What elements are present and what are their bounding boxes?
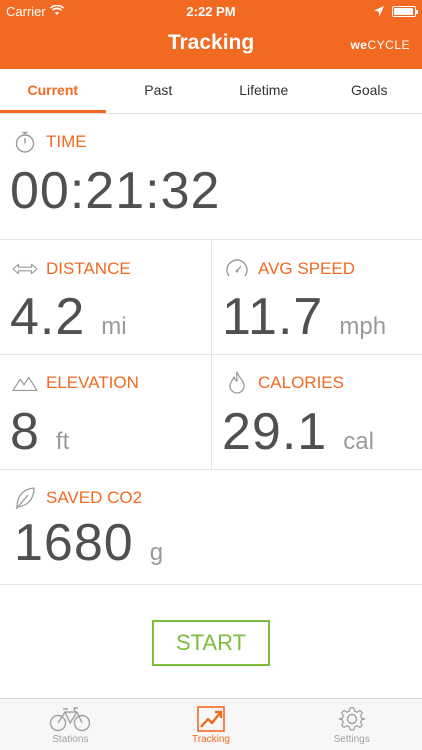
avg-speed-card: AVG SPEED 11.7 mph <box>212 241 422 355</box>
battery-fill <box>394 8 413 15</box>
battery-icon <box>392 6 418 17</box>
brand-we: we <box>350 38 368 52</box>
tabbar-label-stations: Stations <box>52 734 89 745</box>
bottom-tab-bar: Stations Tracking Settings <box>0 698 422 750</box>
time-value-row: 00:21:32 <box>10 161 220 221</box>
tabbar-item-stations[interactable]: Stations <box>0 699 141 750</box>
saved-co2-label: SAVED CO2 <box>46 488 143 507</box>
distance-value-row: 4.2 mi <box>10 287 127 347</box>
tabbar-label-tracking: Tracking <box>192 734 230 745</box>
time-label: TIME <box>46 132 87 151</box>
brand-cycle: CYCLE <box>367 38 410 52</box>
location-arrow-icon <box>374 4 384 19</box>
elevation-value: 8 <box>10 403 40 461</box>
tracking-tabs: Current Past Lifetime Goals <box>0 69 422 114</box>
calories-value: 29.1 <box>222 403 328 461</box>
avg-speed-value-row: 11.7 mph <box>222 287 386 347</box>
saved-co2-card: SAVED CO2 1680 g <box>0 471 422 585</box>
elevation-label: ELEVATION <box>46 373 139 392</box>
elevation-label-row: ELEVATION <box>12 372 139 394</box>
distance-unit: mi <box>101 313 127 340</box>
elevation-value-row: 8 ft <box>10 402 69 462</box>
tabbar-item-tracking[interactable]: Tracking <box>141 699 282 750</box>
gear-icon <box>338 704 366 734</box>
mountain-icon <box>12 372 38 394</box>
grid-divider <box>211 241 212 470</box>
saved-co2-label-row: SAVED CO2 <box>12 487 143 510</box>
flame-icon <box>224 371 250 394</box>
calories-label-row: CALORIES <box>224 371 344 394</box>
saved-co2-value: 1680 <box>14 514 134 572</box>
tab-past[interactable]: Past <box>106 69 212 113</box>
calories-value-row: 29.1 cal <box>222 402 374 462</box>
tab-current[interactable]: Current <box>0 69 106 113</box>
status-time: 2:22 PM <box>186 4 236 19</box>
elevation-unit: ft <box>55 428 70 455</box>
distance-label: DISTANCE <box>46 259 131 278</box>
status-bar: Carrier 2:22 PM <box>0 0 422 22</box>
tabbar-item-settings[interactable]: Settings <box>281 699 422 750</box>
chart-trend-icon <box>197 704 225 734</box>
distance-arrows-icon <box>12 258 38 280</box>
calories-card: CALORIES 29.1 cal <box>212 356 422 470</box>
distance-label-row: DISTANCE <box>12 258 131 280</box>
avg-speed-value: 11.7 <box>222 288 324 346</box>
time-value: 00:21:32 <box>10 162 221 220</box>
stopwatch-icon <box>12 131 38 153</box>
time-label-row: TIME <box>12 131 87 153</box>
avg-speed-label: AVG SPEED <box>258 259 355 278</box>
distance-card: DISTANCE 4.2 mi <box>0 241 211 355</box>
tabbar-label-settings: Settings <box>333 734 370 745</box>
time-card: TIME 00:21:32 <box>0 115 422 240</box>
start-button[interactable]: START <box>152 620 270 666</box>
leaf-icon <box>12 487 38 510</box>
avg-speed-label-row: AVG SPEED <box>224 258 355 280</box>
status-right <box>374 4 418 19</box>
brand-logo: weCYCLE <box>350 38 410 52</box>
speedometer-icon <box>224 258 250 280</box>
saved-co2-unit: g <box>149 539 164 566</box>
tab-goals[interactable]: Goals <box>317 69 422 113</box>
header-bar: Carrier 2:22 PM Tracking weCYCLE <box>0 0 422 69</box>
bicycle-icon <box>49 704 91 734</box>
saved-co2-value-row: 1680 g <box>14 513 163 573</box>
calories-label: CALORIES <box>258 373 344 392</box>
distance-value: 4.2 <box>10 288 86 346</box>
tab-lifetime[interactable]: Lifetime <box>211 69 317 113</box>
elevation-card: ELEVATION 8 ft <box>0 356 211 470</box>
avg-speed-unit: mph <box>339 313 387 340</box>
calories-unit: cal <box>343 428 374 455</box>
